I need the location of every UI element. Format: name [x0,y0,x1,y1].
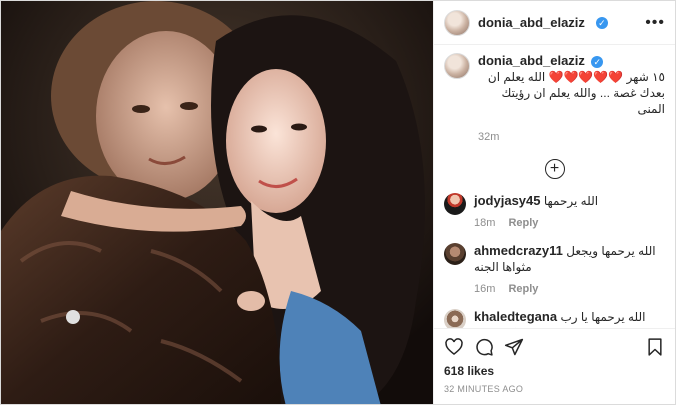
bookmark-icon[interactable] [645,337,665,357]
comment-username[interactable]: jodyjasy45 [474,193,541,208]
caption-username[interactable]: donia_abd_elaziz [478,53,585,68]
verified-badge-icon: ✓ [591,55,604,68]
reply-button[interactable]: Reply [508,283,538,295]
likes-count[interactable]: 618 likes [434,364,675,378]
avatar[interactable] [444,9,470,36]
comment-avatar[interactable] [444,193,466,215]
comment-item: khaledtegana الله يرحمها يا رب حبيبت الك… [444,309,665,328]
load-more-comments: + [444,159,665,179]
comment-body: khaledtegana الله يرحمها يا رب حبيبت الك… [474,309,665,328]
caption-avatar[interactable] [444,53,470,79]
comment-item: jodyjasy45 الله يرحمها 18m Reply [444,193,665,231]
comment-time: 16m [474,283,496,295]
comment-item: ahmedcrazy11 الله يرحمها ويجعل مثواها ال… [444,243,665,297]
post-sidebar: donia_abd_elaziz ✓ ••• donia_abd_elaziz … [433,1,675,404]
comments-section: donia_abd_elaziz ✓ ١٥ شهر ❤️❤️❤️❤️❤️ الل… [434,45,675,328]
action-bar [434,328,675,364]
comment-time: 18m [474,217,496,229]
comment-meta: 18m Reply [474,215,665,231]
caption-text: ١٥ شهر ❤️❤️❤️❤️❤️ الله يعلم ان بعدك غصة … [487,70,665,116]
comment-username[interactable]: khaledtegana [474,309,557,324]
instagram-post: donia_abd_elaziz ✓ ••• donia_abd_elaziz … [0,0,676,405]
share-icon[interactable] [504,337,524,357]
comment-icon[interactable] [474,337,494,357]
post-photo[interactable] [1,1,433,404]
caption-body: donia_abd_elaziz ✓ ١٥ شهر ❤️❤️❤️❤️❤️ الل… [478,53,665,145]
comment-avatar[interactable] [444,309,466,328]
caption-time: 32m [478,131,500,143]
photo-image [1,1,433,404]
comment-avatar[interactable] [444,243,466,265]
comment-username[interactable]: ahmedcrazy11 [474,243,563,258]
verified-badge-icon: ✓ [595,16,608,29]
more-options-icon[interactable]: ••• [645,14,665,32]
heart-icon[interactable] [444,337,464,357]
post-header: donia_abd_elaziz ✓ ••• [434,1,675,45]
post-timestamp: 32 MINUTES AGO [444,384,524,394]
reply-button[interactable]: Reply [508,217,538,229]
post-caption: donia_abd_elaziz ✓ ١٥ شهر ❤️❤️❤️❤️❤️ الل… [444,53,665,145]
post-username[interactable]: donia_abd_elaziz [478,15,585,30]
comment-meta: 16m Reply [474,281,665,297]
plus-circle-icon[interactable]: + [544,159,565,179]
comment-body: jodyjasy45 الله يرحمها 18m Reply [474,193,665,231]
comment-body: ahmedcrazy11 الله يرحمها ويجعل مثواها ال… [474,243,665,297]
comment-text: الله يرحمها [543,194,599,208]
